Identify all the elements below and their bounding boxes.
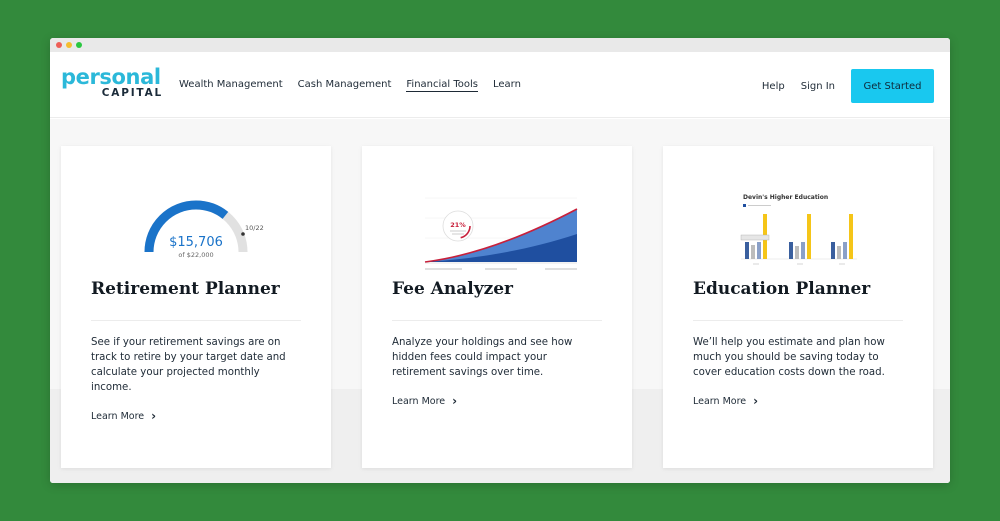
card-divider (392, 320, 602, 321)
card-description: We’ll help you estimate and plan how muc… (693, 337, 885, 378)
fee-chart-graphic: 21% (362, 176, 632, 276)
learn-more-label: Learn More (392, 395, 446, 407)
personal-capital-logo[interactable]: personal CAPITAL (61, 65, 171, 103)
nav-learn[interactable]: Learn (493, 79, 521, 92)
get-started-button[interactable]: Get Started (851, 69, 934, 103)
minimize-window-button[interactable] (66, 42, 72, 48)
nav-wealth-management[interactable]: Wealth Management (179, 79, 283, 92)
chevron-right-icon: › (151, 409, 157, 423)
learn-more-link[interactable]: Learn More › (91, 409, 156, 423)
education-bar (751, 245, 755, 259)
logo-wordmark-bottom: CAPITAL (101, 87, 163, 99)
gauge-marker-dot (241, 232, 245, 236)
retirement-gauge-graphic: 10/22 $15,706 of $22,000 (61, 176, 331, 276)
sign-in-link[interactable]: Sign In (801, 81, 835, 92)
close-window-button[interactable] (56, 42, 62, 48)
education-bar (807, 214, 811, 259)
retirement-planner-card[interactable]: 10/22 $15,706 of $22,000 Retirement Plan… (61, 146, 331, 468)
learn-more-link[interactable]: Learn More › (693, 394, 758, 408)
fee-analyzer-card[interactable]: 21% Fee Analyzer Analyze your holdings a… (362, 146, 632, 468)
learn-more-label: Learn More (91, 410, 145, 422)
gauge-goal: of $22,000 (178, 251, 213, 259)
top-navbar: personal CAPITAL Wealth Management Cash … (50, 52, 950, 118)
nav-cash-management[interactable]: Cash Management (298, 79, 392, 92)
logo-wordmark-top: personal (61, 65, 161, 89)
browser-window: personal CAPITAL Wealth Management Cash … (50, 38, 950, 483)
education-bar (801, 242, 805, 259)
gauge-marker-label: 10/22 (245, 224, 264, 232)
education-bars-graphic: Devin's Higher Education (663, 176, 933, 276)
education-tooltip (740, 234, 770, 241)
maximize-window-button[interactable] (76, 42, 82, 48)
education-chart-title: Devin's Higher Education (743, 194, 828, 201)
help-link[interactable]: Help (762, 81, 785, 92)
chevron-right-icon: › (753, 394, 759, 408)
education-bar (837, 246, 841, 259)
card-title: Education Planner (693, 279, 871, 299)
chevron-right-icon: › (452, 394, 458, 408)
card-description: See if your retirement savings are on tr… (91, 337, 286, 393)
main-nav: Wealth Management Cash Management Financ… (179, 79, 521, 92)
education-bar (849, 214, 853, 259)
card-description: Analyze your holdings and see how hidden… (392, 337, 573, 378)
learn-more-link[interactable]: Learn More › (392, 394, 457, 408)
education-bar (745, 242, 749, 259)
education-bar (789, 242, 793, 259)
nav-actions: Help Sign In Get Started (762, 69, 934, 103)
nav-financial-tools[interactable]: Financial Tools (406, 79, 478, 92)
card-divider (91, 320, 301, 321)
card-title: Fee Analyzer (392, 279, 514, 299)
education-bar (757, 242, 761, 259)
education-bar (831, 242, 835, 259)
education-planner-card[interactable]: Devin's Higher Education Education Plann… (663, 146, 933, 468)
window-titlebar (50, 38, 950, 52)
card-title: Retirement Planner (91, 279, 280, 299)
education-bar (795, 246, 799, 259)
financial-tools-section: 10/22 $15,706 of $22,000 Retirement Plan… (50, 119, 950, 483)
education-bar (843, 242, 847, 259)
learn-more-label: Learn More (693, 395, 747, 407)
fee-percent: 21% (450, 221, 466, 229)
legend-swatch (743, 204, 746, 207)
card-divider (693, 320, 903, 321)
gauge-amount: $15,706 (169, 235, 223, 250)
